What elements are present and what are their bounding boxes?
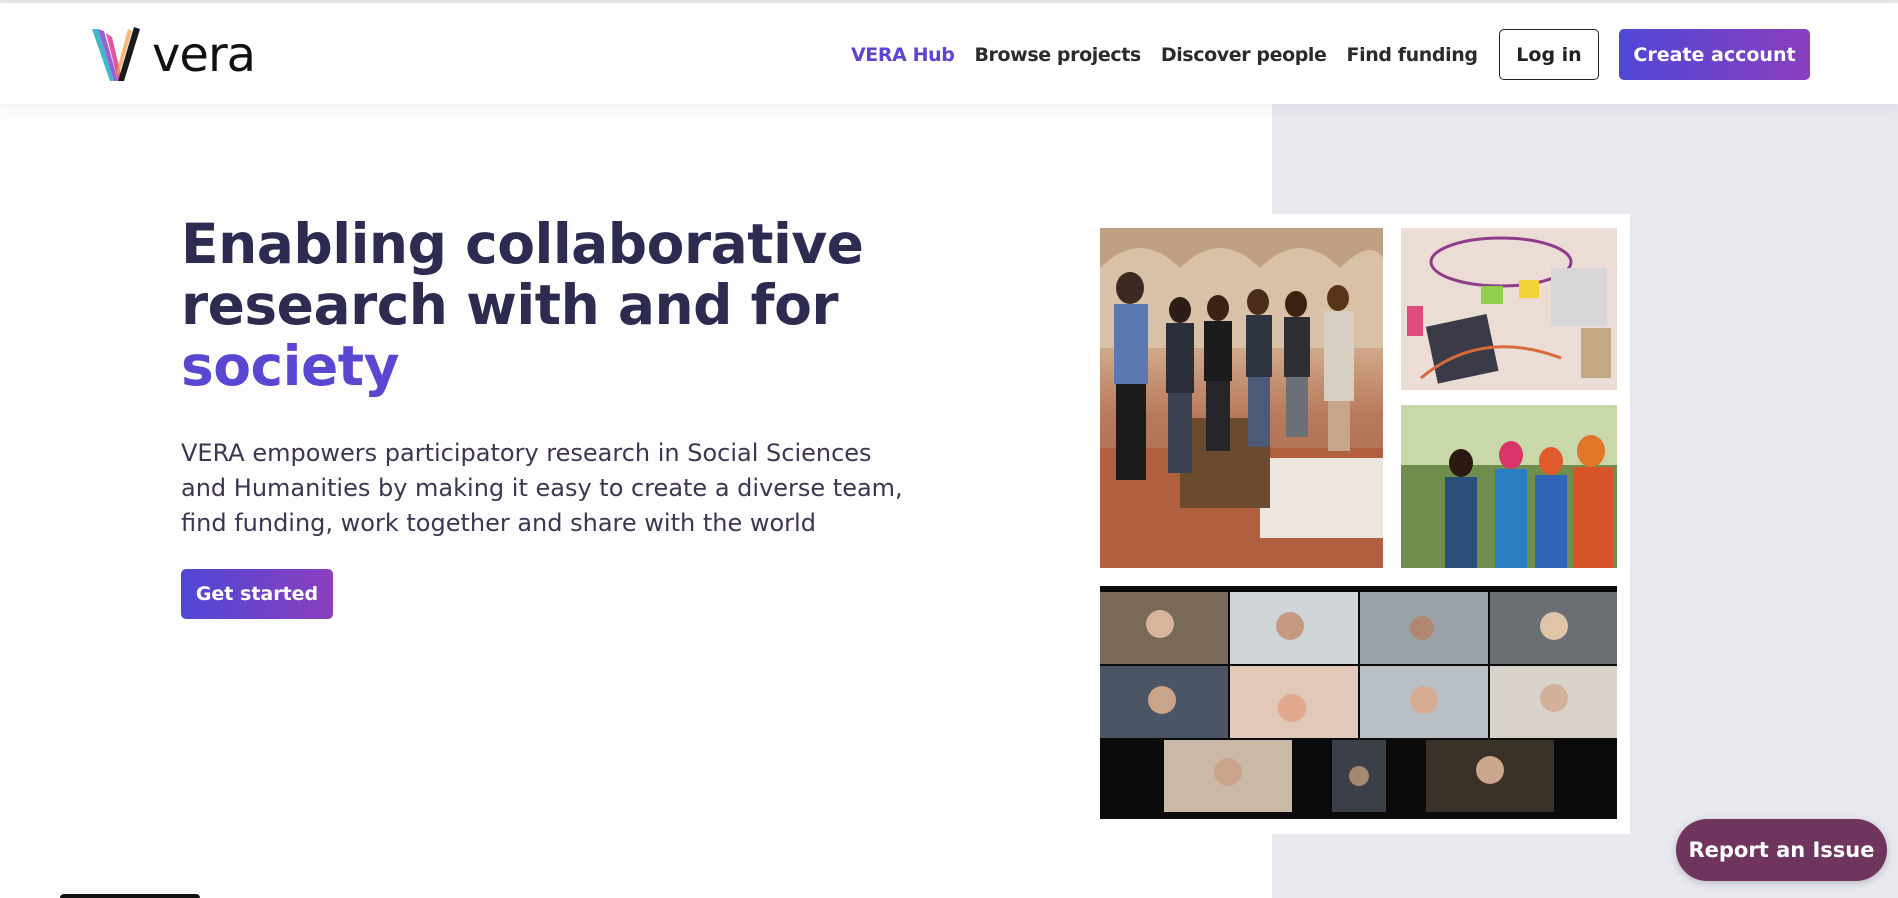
report-issue-button[interactable]: Report an Issue: [1676, 819, 1887, 881]
photo-collage: [1088, 214, 1630, 834]
bottom-edge-tab: [60, 894, 200, 898]
site-header: vera VERA Hub Browse projects Discover p…: [0, 3, 1898, 104]
nav-discover-people[interactable]: Discover people: [1161, 43, 1327, 67]
vera-logo[interactable]: vera: [88, 23, 268, 87]
vera-logo-icon: [92, 27, 140, 81]
workshop-group-photo: [1100, 228, 1383, 568]
hero-title-line-2: research with and for: [181, 273, 839, 337]
nav-vera-hub[interactable]: VERA Hub: [851, 43, 955, 67]
create-account-button[interactable]: Create account: [1619, 29, 1810, 80]
hero-title-accent: society: [181, 334, 399, 398]
get-started-button[interactable]: Get started: [181, 569, 333, 619]
hero-title: Enabling collaborative research with and…: [181, 214, 901, 397]
hero-description: VERA empowers participatory research in …: [181, 439, 903, 537]
hero-title-line-1: Enabling collaborative: [181, 212, 864, 276]
nav-find-funding[interactable]: Find funding: [1347, 43, 1478, 67]
video-call-photo: [1100, 586, 1617, 819]
main-nav: VERA Hub Browse projects Discover people…: [851, 43, 1498, 67]
field-research-photo: [1401, 405, 1617, 568]
nav-browse-projects[interactable]: Browse projects: [974, 43, 1141, 67]
login-button[interactable]: Log in: [1499, 29, 1599, 80]
vera-logo-text: vera: [152, 27, 256, 83]
sticky-notes-photo: [1401, 228, 1617, 390]
